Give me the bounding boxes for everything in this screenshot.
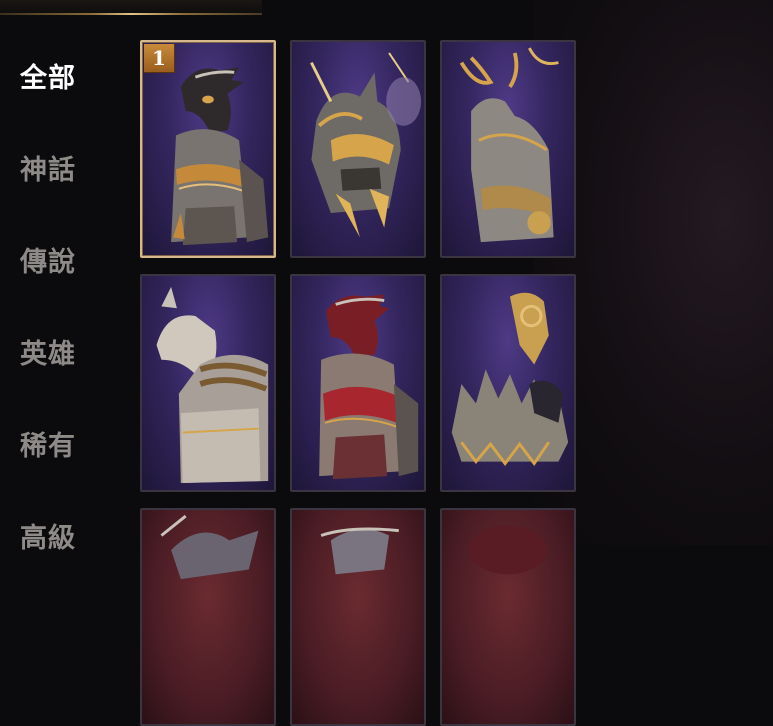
- golden-antler-wolf-mount-image: [459, 47, 559, 243]
- category-mythic[interactable]: 神話: [20, 148, 76, 187]
- mount-card-golden-wolf[interactable]: [290, 40, 426, 258]
- mount-card-spiked-beast[interactable]: [440, 274, 576, 492]
- silver-horse-mount-image: [156, 286, 269, 483]
- spiked-beast-mount-image: [451, 292, 569, 467]
- quantity-badge: 1: [144, 44, 175, 73]
- category-rare[interactable]: 稀有: [20, 424, 76, 463]
- mount-card-partial-1[interactable]: [140, 508, 276, 726]
- mount-partial-3-image: [469, 525, 547, 575]
- mount-card-partial-2[interactable]: [290, 508, 426, 726]
- crimson-dragon-mount-image: [319, 294, 419, 480]
- mount-partial-1-image: [160, 514, 259, 580]
- category-heroic[interactable]: 英雄: [20, 332, 76, 371]
- mount-card-armored-dragon[interactable]: 1: [140, 40, 276, 258]
- armored-dragon-mount-image: [171, 67, 269, 246]
- golden-wolf-mount-image: [310, 52, 422, 238]
- mount-partial-2-image: [320, 527, 399, 575]
- mount-card-partial-3[interactable]: [440, 508, 576, 726]
- category-legendary[interactable]: 傳說: [20, 240, 76, 279]
- mount-card-crimson-dragon[interactable]: [290, 274, 426, 492]
- mount-card-golden-antler-wolf[interactable]: [440, 40, 576, 258]
- category-all[interactable]: 全部: [20, 56, 76, 95]
- category-advanced[interactable]: 高級: [20, 516, 76, 555]
- mount-card-silver-horse[interactable]: [140, 274, 276, 492]
- category-sidebar: 全部 神話 傳說 英雄 稀有 高級: [0, 0, 120, 554]
